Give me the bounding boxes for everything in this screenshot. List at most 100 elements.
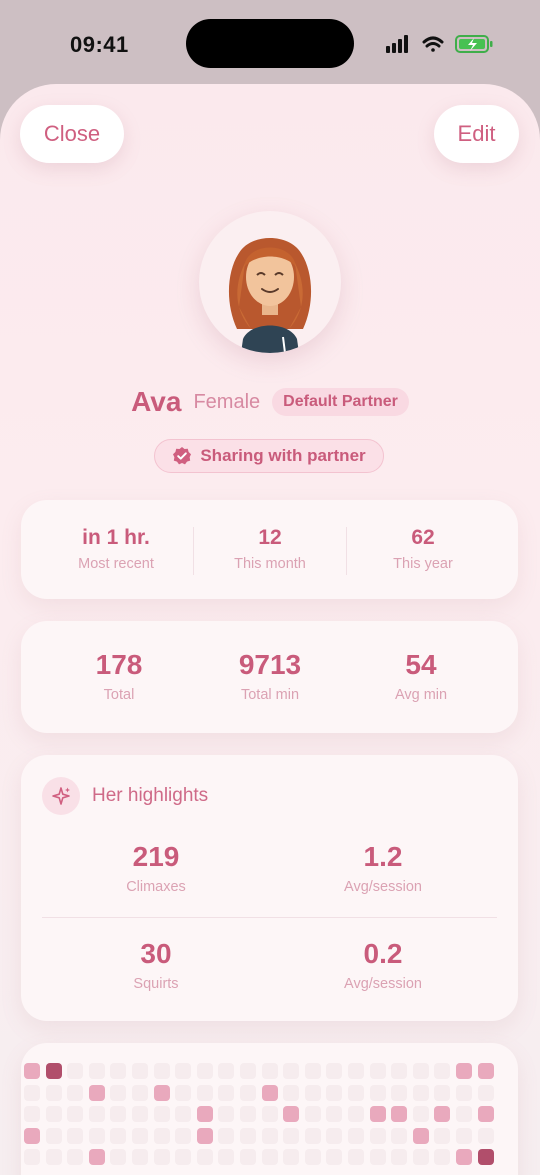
heatmap-cell: [240, 1063, 256, 1079]
heatmap-cell: [391, 1063, 407, 1079]
divider: [42, 917, 497, 918]
highlights-header: Her highlights: [42, 777, 208, 815]
heatmap-cell: [218, 1128, 234, 1144]
heatmap-cell: [305, 1128, 321, 1144]
stat-value: 62: [411, 526, 435, 549]
avg-min-stat: 54 Avg min: [346, 649, 496, 703]
heatmap-cell: [262, 1106, 278, 1122]
squirts-avg-stat: 0.2 Avg/session: [283, 938, 483, 992]
stat-value: 54: [405, 649, 437, 680]
heatmap-cell: [24, 1106, 40, 1122]
heatmap-cell: [197, 1106, 213, 1122]
heatmap-cell: [110, 1063, 126, 1079]
status-icons: [386, 35, 493, 53]
heatmap-cell: [456, 1063, 472, 1079]
heatmap-cell: [326, 1149, 342, 1165]
stat-value: 0.2: [363, 938, 403, 969]
stat-value: 9713: [238, 649, 302, 680]
heatmap-cell: [434, 1128, 450, 1144]
heatmap-cell: [478, 1085, 494, 1101]
heatmap-cell: [391, 1128, 407, 1144]
stat-value: 219: [132, 841, 180, 872]
partner-gender: Female: [193, 390, 261, 413]
activity-heatmap-card: [21, 1043, 518, 1175]
heatmap-cell: [283, 1106, 299, 1122]
heatmap-cell: [89, 1149, 105, 1165]
heatmap-cell: [175, 1106, 191, 1122]
heatmap-cell: [197, 1128, 213, 1144]
heatmap-cell: [434, 1085, 450, 1101]
heatmap-cell: [283, 1063, 299, 1079]
heatmap-cell: [132, 1085, 148, 1101]
heatmap-cell: [175, 1085, 191, 1101]
climaxes-stat: 219 Climaxes: [56, 841, 256, 895]
total-stat: 178 Total: [44, 649, 194, 703]
verified-check-icon: [173, 447, 192, 465]
heatmap-cell: [154, 1063, 170, 1079]
heatmap-cell: [348, 1063, 364, 1079]
heatmap-cell: [370, 1106, 386, 1122]
heatmap-cell: [110, 1085, 126, 1101]
heatmap-cell: [370, 1085, 386, 1101]
heatmap-cell: [413, 1063, 429, 1079]
heatmap-cell: [326, 1063, 342, 1079]
heatmap-cell: [240, 1106, 256, 1122]
heatmap-cell: [456, 1106, 472, 1122]
heatmap-cell: [348, 1106, 364, 1122]
heatmap-cell: [154, 1085, 170, 1101]
stat-label: Avg min: [394, 687, 448, 703]
stat-value: 178: [95, 649, 143, 680]
avatar[interactable]: [199, 211, 341, 353]
heatmap-cell: [283, 1149, 299, 1165]
sharing-status-pill[interactable]: Sharing with partner: [154, 439, 384, 473]
heatmap-cell: [283, 1085, 299, 1101]
heatmap-cell: [218, 1106, 234, 1122]
stat-label: Most recent: [78, 556, 154, 572]
highlights-card: Her highlights 219 Climaxes 1.2 Avg/sess…: [21, 755, 518, 1021]
heatmap-cell: [348, 1149, 364, 1165]
cellular-signal-icon: [386, 35, 408, 53]
heatmap-cell: [478, 1106, 494, 1122]
divider: [346, 527, 347, 575]
heatmap-cell: [154, 1149, 170, 1165]
heatmap-cell: [434, 1149, 450, 1165]
heatmap-cell: [434, 1063, 450, 1079]
heatmap-cell: [391, 1085, 407, 1101]
heatmap-cell: [413, 1128, 429, 1144]
avatar-illustration: [228, 238, 312, 353]
total-min-stat: 9713 Total min: [195, 649, 345, 703]
dynamic-island: [186, 19, 354, 68]
recent-activity-card: in 1 hr. Most recent 12 This month 62 Th…: [21, 500, 518, 599]
stat-label: Total min: [240, 687, 300, 703]
edit-button[interactable]: Edit: [434, 105, 519, 163]
heatmap-cell: [305, 1149, 321, 1165]
close-button[interactable]: Close: [20, 105, 124, 163]
heatmap-cell: [89, 1106, 105, 1122]
stat-label: This month: [234, 556, 306, 572]
heatmap-cell: [370, 1149, 386, 1165]
heatmap-cell: [391, 1106, 407, 1122]
stat-label: Avg/session: [344, 879, 422, 895]
heatmap-cell: [67, 1149, 83, 1165]
status-bar: 09:41: [0, 0, 540, 90]
heatmap-cell: [478, 1149, 494, 1165]
heatmap-cell: [67, 1063, 83, 1079]
heatmap-cell: [67, 1085, 83, 1101]
heatmap-cell: [283, 1128, 299, 1144]
heatmap-cell: [110, 1106, 126, 1122]
heatmap-cell: [326, 1128, 342, 1144]
heatmap-cell: [262, 1149, 278, 1165]
heatmap-cell: [456, 1149, 472, 1165]
heatmap-cell: [348, 1085, 364, 1101]
heatmap-cell: [175, 1128, 191, 1144]
heatmap-cell: [262, 1128, 278, 1144]
heatmap-cell: [46, 1063, 62, 1079]
heatmap-cell: [456, 1128, 472, 1144]
heatmap-cell: [413, 1149, 429, 1165]
heatmap-cell: [240, 1149, 256, 1165]
heatmap-cell: [89, 1128, 105, 1144]
wifi-icon: [422, 36, 444, 52]
stat-label: This year: [393, 556, 453, 572]
heatmap-cell: [218, 1085, 234, 1101]
heatmap-cell: [434, 1106, 450, 1122]
